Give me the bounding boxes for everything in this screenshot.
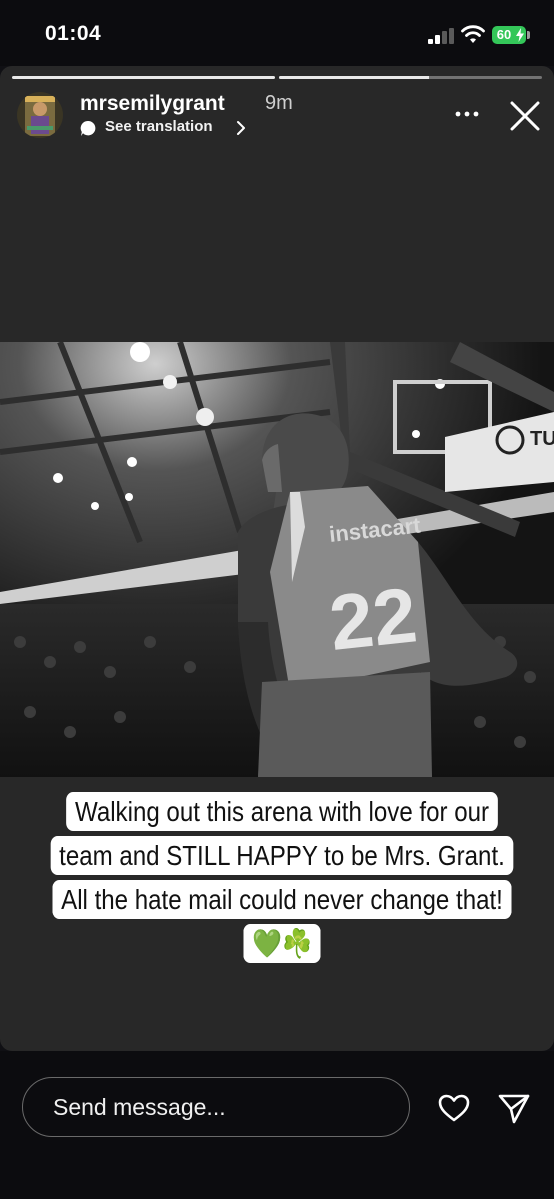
close-icon[interactable] [508,99,542,133]
see-translation-link[interactable]: See translation [105,118,213,135]
status-time: 01:04 [45,22,102,45]
battery-icon: 60 [492,26,526,44]
avatar[interactable] [17,92,63,138]
story-username[interactable]: mrsemilygrant [80,92,225,116]
send-message-input[interactable] [22,1077,410,1137]
story-progress-segment [279,76,542,79]
story-progress-segment [12,76,275,79]
reply-bar [0,1051,554,1199]
battery-cap [527,31,530,39]
send-icon[interactable] [497,1091,531,1125]
heart-icon[interactable] [437,1093,471,1123]
svg-text:TU: TU [530,428,554,450]
story-photo: TU instacart 22 [0,342,554,777]
translate-icon[interactable] [80,120,97,137]
more-icon[interactable] [452,106,482,122]
svg-text:22: 22 [325,570,420,667]
signal-icon [428,28,454,44]
status-bar: 01:04 60 [0,0,554,66]
story-time-ago: 9m [265,92,293,114]
chevron-right-icon[interactable] [236,120,246,136]
story-caption: Walking out this arena with love for our… [40,790,524,966]
battery-level: 60 [496,27,512,42]
story-viewer[interactable]: mrsemilygrant 9m See translation TU inst… [0,66,554,1051]
charging-bolt-icon [516,28,524,42]
caption-text: Walking out this arena with love for our… [50,792,514,963]
wifi-icon [461,25,485,43]
